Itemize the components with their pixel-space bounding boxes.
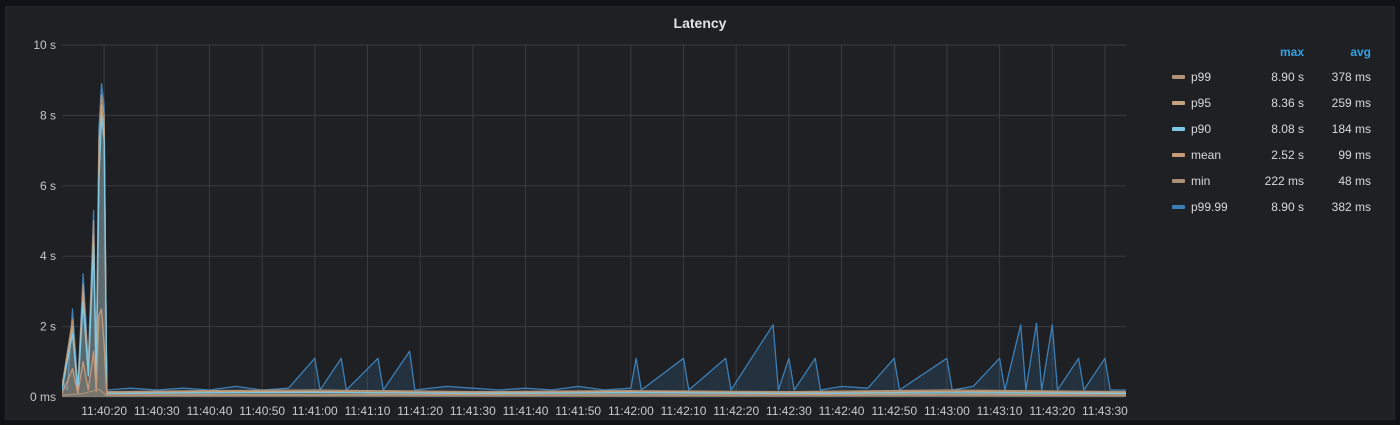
legend-avg-value: 99 ms: [1338, 148, 1371, 162]
legend-avg-value: 184 ms: [1331, 122, 1371, 136]
legend-avg-value: 378 ms: [1331, 70, 1371, 84]
legend-max-value: 2.52 s: [1271, 148, 1304, 162]
series-area-p99: [62, 94, 1126, 397]
legend-item-p99-99[interactable]: p99.99 8.90 s 382 ms: [1166, 197, 1376, 223]
legend-header: max avg: [1166, 45, 1376, 67]
grid-lines: [62, 44, 1126, 398]
x-tick-label: 11:41:50: [555, 404, 601, 418]
x-tick-label: 11:40:20: [81, 404, 127, 418]
legend-swatch[interactable]: [1172, 205, 1185, 209]
legend-item-mean[interactable]: mean 2.52 s 99 ms: [1166, 145, 1376, 171]
x-tick-label: 11:42:20: [713, 404, 759, 418]
x-tick-label: 11:43:10: [977, 404, 1023, 418]
legend-header-avg[interactable]: avg: [1350, 45, 1371, 59]
x-tick-label: 11:43:30: [1082, 404, 1128, 418]
legend-series-name[interactable]: p95: [1191, 93, 1211, 113]
legend-swatch[interactable]: [1172, 153, 1185, 157]
legend-swatch[interactable]: [1172, 127, 1185, 131]
x-tick-label: 11:43:00: [924, 404, 970, 418]
legend-max-value: 8.36 s: [1271, 96, 1304, 110]
legend-max-value: 222 ms: [1264, 174, 1304, 188]
y-tick-label: 2 s: [40, 320, 56, 334]
legend-series-name[interactable]: p99.99: [1191, 197, 1228, 217]
x-tick-label: 11:41:20: [397, 404, 443, 418]
series-line-mean[interactable]: [62, 308, 1126, 396]
legend-series-name[interactable]: min: [1191, 171, 1210, 191]
legend-swatch[interactable]: [1172, 179, 1185, 183]
legend-max-value: 8.90 s: [1271, 200, 1304, 214]
y-tick-label: 10 s: [33, 38, 56, 52]
x-tick-label: 11:41:00: [292, 404, 338, 418]
legend-swatch[interactable]: [1172, 101, 1185, 105]
x-tick-label: 11:42:10: [661, 404, 707, 418]
series-layer: [62, 83, 1126, 397]
y-tick-label: 6 s: [40, 179, 56, 193]
legend-item-min[interactable]: min 222 ms 48 ms: [1166, 171, 1376, 197]
series-line-p99-99[interactable]: [62, 83, 1126, 391]
series-area-p99-99: [62, 83, 1126, 397]
series-line-p99[interactable]: [62, 93, 1126, 393]
legend-series-name[interactable]: p90: [1191, 119, 1211, 139]
x-tick-label: 11:42:00: [608, 404, 654, 418]
y-tick-label: 8 s: [40, 108, 56, 122]
legend: max avg p99 8.90 s 378 ms p95 8.36 s 259 ms p9…: [1166, 45, 1376, 223]
y-axis: 0 ms 2 s 4 s 6 s 8 s 10 s: [30, 38, 56, 404]
legend-header-max[interactable]: max: [1280, 45, 1304, 59]
x-tick-label: 11:42:50: [871, 404, 917, 418]
series-line-p90[interactable]: [62, 114, 1126, 395]
legend-avg-value: 48 ms: [1338, 174, 1371, 188]
x-axis: 11:40:20 11:40:30 11:40:40 11:40:50 11:41:00…: [81, 404, 1128, 418]
legend-max-value: 8.08 s: [1271, 122, 1304, 136]
series-area-mean: [62, 309, 1126, 397]
legend-max-value: 8.90 s: [1271, 70, 1304, 84]
series-area-p95: [62, 104, 1126, 397]
legend-rows: p99 8.90 s 378 ms p95 8.36 s 259 ms p90 8.08 s 1…: [1166, 67, 1376, 223]
legend-avg-value: 259 ms: [1331, 96, 1371, 110]
x-tick-label: 11:41:40: [503, 404, 549, 418]
legend-item-p90[interactable]: p90 8.08 s 184 ms: [1166, 119, 1376, 145]
series-line-p95[interactable]: [62, 104, 1126, 394]
legend-series-name[interactable]: p99: [1191, 67, 1211, 87]
legend-series-name[interactable]: mean: [1191, 145, 1221, 165]
x-tick-label: 11:43:20: [1029, 404, 1075, 418]
legend-item-p95[interactable]: p95 8.36 s 259 ms: [1166, 93, 1376, 119]
legend-swatch[interactable]: [1172, 75, 1185, 79]
legend-item-p99[interactable]: p99 8.90 s 378 ms: [1166, 67, 1376, 93]
y-tick-label: 4 s: [40, 249, 56, 263]
x-tick-label: 11:41:10: [345, 404, 391, 418]
x-tick-label: 11:40:40: [187, 404, 233, 418]
x-tick-label: 11:40:30: [134, 404, 180, 418]
x-tick-label: 11:42:40: [819, 404, 865, 418]
latency-chart: 0 ms2 s4 s6 s8 s10 s 11:40:20 11:40:30 11:…: [30, 38, 1128, 418]
legend-avg-value: 382 ms: [1331, 200, 1371, 214]
x-tick-label: 11:41:30: [450, 404, 496, 418]
x-tick-label: 11:40:50: [239, 404, 285, 418]
x-tick-label: 11:42:30: [766, 404, 812, 418]
latency-panel: Latency 0 ms 2 s4 s6 s8 s 10 s 11:40:20 11:…: [5, 6, 1395, 420]
y-tick-label: 0 ms: [30, 390, 56, 404]
